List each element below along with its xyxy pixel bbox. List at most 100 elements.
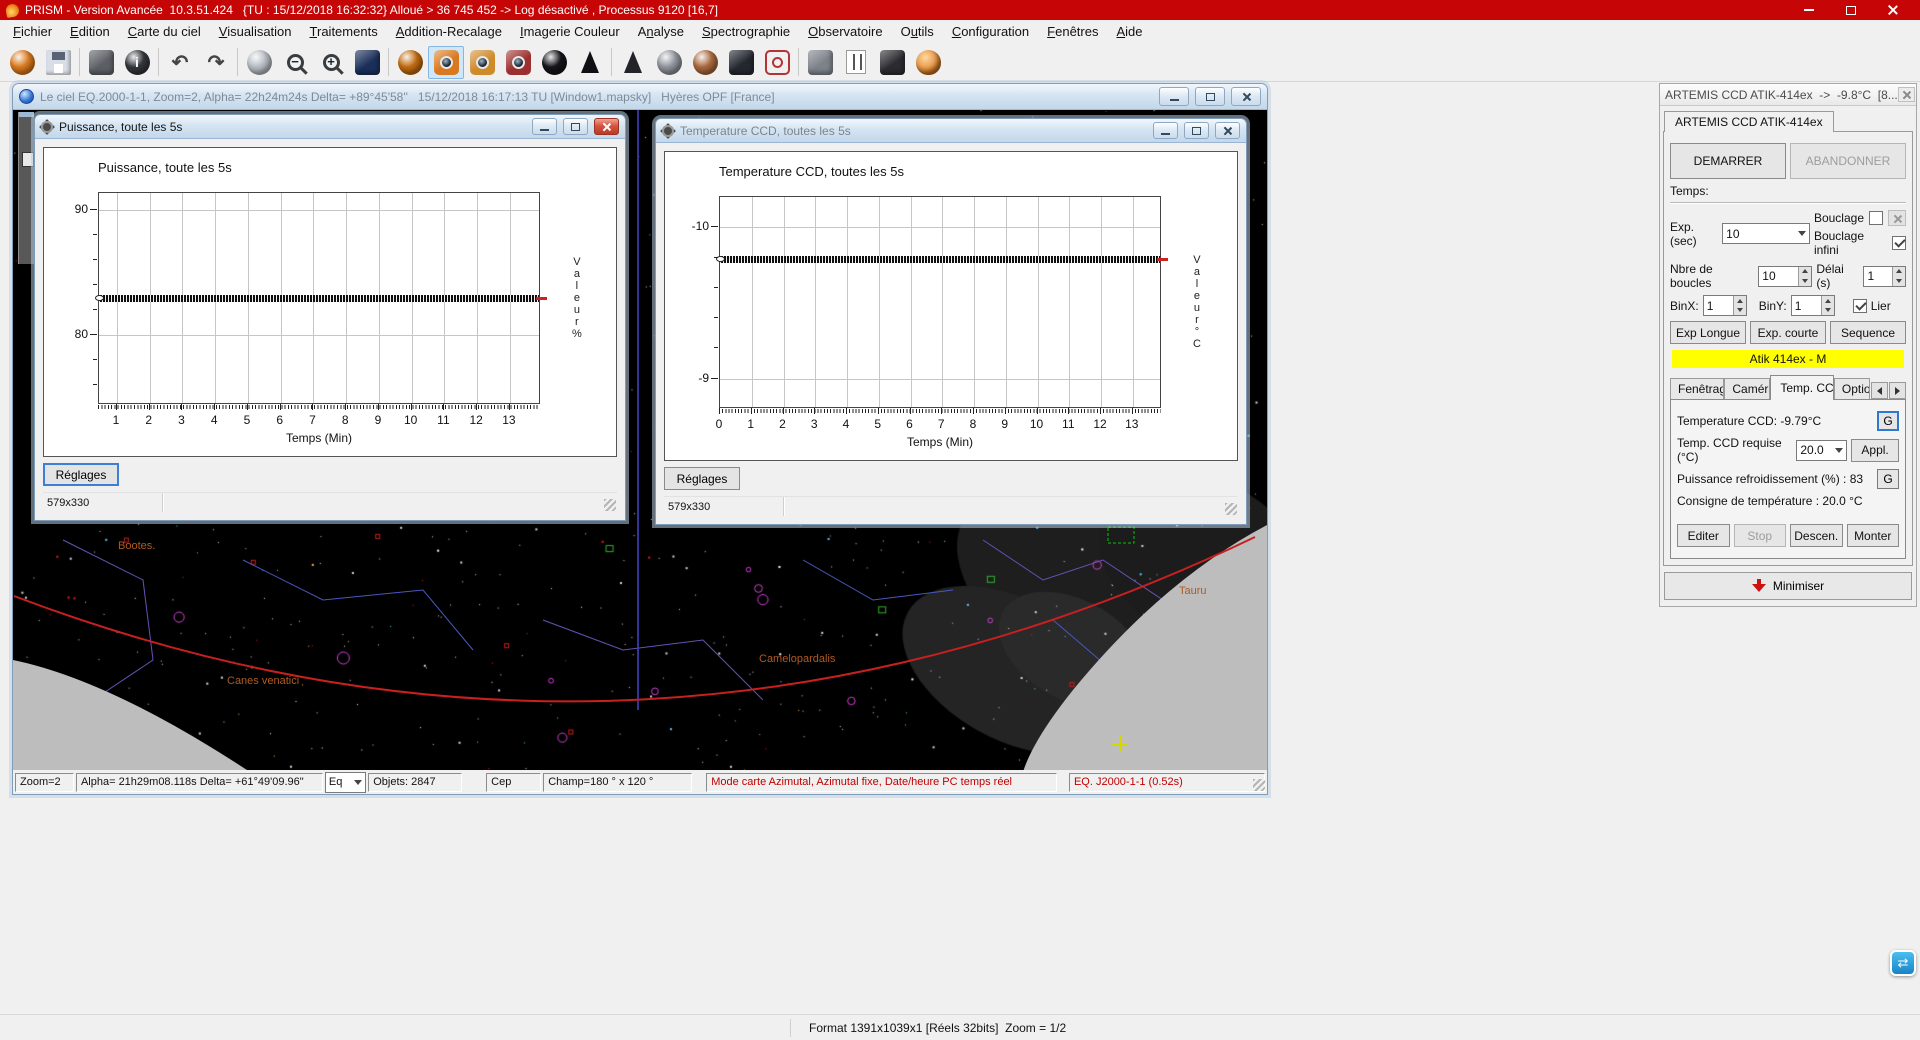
save-button[interactable] <box>40 46 76 79</box>
filter-device-button[interactable] <box>802 46 838 79</box>
menu-analyse[interactable]: Analyse <box>629 21 693 42</box>
temp-requise-combo[interactable]: 20.0 <box>1796 440 1847 461</box>
menu-aide[interactable]: Aide <box>1107 21 1151 42</box>
descendre-button[interactable]: Descen. <box>1790 524 1843 547</box>
nbre-boucles-stepper[interactable]: 10 <box>1758 266 1812 287</box>
puissance-minimize-button[interactable] <box>532 118 557 135</box>
temperature-titlebar[interactable]: Temperature CCD, toutes les 5s <box>656 119 1246 143</box>
camera-export-button[interactable] <box>83 46 119 79</box>
temperature-close-button[interactable] <box>1215 122 1240 139</box>
exposure-combo[interactable]: 10 <box>1722 223 1810 244</box>
menu-fichier[interactable]: Fichier <box>4 21 61 42</box>
sequence-button[interactable]: Sequence <box>1830 321 1906 344</box>
sky-maximize-button[interactable] <box>1195 87 1225 106</box>
delai-stepper[interactable]: 1 <box>1863 266 1906 287</box>
menu-addition-recalage[interactable]: Addition-Recalage <box>387 21 511 42</box>
tab-fen-trage[interactable]: Fenêtrage <box>1670 378 1724 399</box>
puissance-maximize-button[interactable] <box>563 118 588 135</box>
menu-edition[interactable]: Edition <box>61 21 119 42</box>
app-maximize-button[interactable] <box>1830 0 1872 20</box>
bouclage-checkbox[interactable] <box>1869 211 1883 225</box>
spin-down-icon[interactable] <box>1799 276 1811 286</box>
tab-optio[interactable]: Optio <box>1834 378 1870 399</box>
image-display-button[interactable] <box>349 46 385 79</box>
sky-close-button[interactable] <box>1231 87 1261 106</box>
camera-tab[interactable]: ARTEMIS CCD ATIK-414ex <box>1664 111 1834 132</box>
editer-button[interactable]: Editer <box>1677 524 1730 547</box>
exp-courte-button[interactable]: Exp. courte <box>1750 321 1826 344</box>
appliquer-button[interactable]: Appl. <box>1851 439 1899 462</box>
sky-status-cell: Alpha= 21h29m08.118s Delta= +61°49'09.96… <box>76 773 323 792</box>
binx-stepper[interactable]: 1 <box>1703 295 1747 316</box>
telescope-cone-button[interactable] <box>615 46 651 79</box>
dome-sphere-button[interactable] <box>651 46 687 79</box>
menu-observatoire[interactable]: Observatoire <box>799 21 891 42</box>
focuser-ball-button[interactable] <box>687 46 723 79</box>
spin-up-icon[interactable] <box>1734 296 1746 306</box>
tab-scroll-right-button[interactable] <box>1889 382 1906 399</box>
preview-sphere-button[interactable] <box>241 46 277 79</box>
zoom-out-button[interactable]: − <box>277 46 313 79</box>
panel-titlebar[interactable]: ARTEMIS CCD ATIK-414ex -> -9.8°C [8... <box>1660 84 1916 106</box>
zoom-in-button[interactable]: + <box>313 46 349 79</box>
graph-temp-button[interactable]: G <box>1877 411 1899 431</box>
spin-down-icon[interactable] <box>1893 276 1905 286</box>
monter-button[interactable]: Monter <box>1847 524 1900 547</box>
resize-grip[interactable] <box>604 499 616 511</box>
sky-resize-grip[interactable] <box>1253 779 1265 791</box>
video-camera-button[interactable] <box>500 46 536 79</box>
reglages-button[interactable]: Réglages <box>43 463 119 486</box>
user-profile-button[interactable] <box>910 46 946 79</box>
spin-down-icon[interactable] <box>1822 306 1834 316</box>
tab-temp-ccd[interactable]: Temp. CCD <box>1770 375 1834 400</box>
temperature-minimize-button[interactable] <box>1153 122 1178 139</box>
temperature-maximize-button[interactable] <box>1184 122 1209 139</box>
menu-fen-tres[interactable]: Fenêtres <box>1038 21 1107 42</box>
ccd-panel-button[interactable] <box>723 46 759 79</box>
remote-arrows-icon[interactable]: ⇄ <box>1890 950 1916 976</box>
panel-close-button[interactable] <box>1898 87 1915 102</box>
spin-up-icon[interactable] <box>1893 267 1905 277</box>
undo-button[interactable]: ↶ <box>162 46 198 79</box>
process-gear-button[interactable] <box>392 46 428 79</box>
menu-configuration[interactable]: Configuration <box>943 21 1038 42</box>
acquire-camera-button[interactable] <box>428 46 464 79</box>
slider-control-button[interactable] <box>838 46 874 79</box>
x-tick-label: 1 <box>747 417 754 431</box>
biny-stepper[interactable]: 1 <box>1791 295 1835 316</box>
joystick-button[interactable] <box>874 46 910 79</box>
info-button[interactable]: i <box>119 46 155 79</box>
menu-visualisation[interactable]: Visualisation <box>210 21 301 42</box>
reglages-button[interactable]: Réglages <box>664 467 740 490</box>
exp-longue-button[interactable]: Exp Longue <box>1670 321 1746 344</box>
minimiser-button[interactable]: Minimiser <box>1664 572 1912 600</box>
menu-outils[interactable]: Outils <box>892 21 943 42</box>
guide-camera-button[interactable] <box>759 46 795 79</box>
tab-scroll-left-button[interactable] <box>1871 382 1888 399</box>
spin-up-icon[interactable] <box>1799 267 1811 277</box>
demarrer-button[interactable]: DEMARRER <box>1670 143 1786 179</box>
open-image-button[interactable] <box>4 46 40 79</box>
color-camera-button[interactable] <box>464 46 500 79</box>
puissance-titlebar[interactable]: Puissance, toute les 5s <box>35 115 625 139</box>
menu-spectrographie[interactable]: Spectrographie <box>693 21 799 42</box>
bouclage-infini-checkbox[interactable] <box>1892 236 1906 250</box>
sky-minimize-button[interactable] <box>1159 87 1189 106</box>
app-minimize-button[interactable] <box>1788 0 1830 20</box>
puissance-close-button[interactable] <box>594 118 619 135</box>
tab-cam-ra[interactable]: Caméra <box>1724 378 1770 399</box>
menu-imagerie-couleur[interactable]: Imagerie Couleur <box>511 21 629 42</box>
lens-barrel-button[interactable] <box>536 46 572 79</box>
sky-window-titlebar[interactable]: Le ciel EQ.2000-1-1, Zoom=2, Alpha= 22h2… <box>13 84 1267 110</box>
app-close-button[interactable] <box>1872 0 1914 20</box>
menu-traitements[interactable]: Traitements <box>301 21 387 42</box>
spin-up-icon[interactable] <box>1822 296 1834 306</box>
spin-down-icon[interactable] <box>1734 306 1746 316</box>
coordinate-system-combo[interactable]: Eq <box>325 772 366 793</box>
lier-checkbox[interactable] <box>1853 299 1867 313</box>
redo-button[interactable]: ↷ <box>198 46 234 79</box>
resize-grip[interactable] <box>1225 503 1237 515</box>
observatory-button[interactable] <box>572 46 608 79</box>
menu-carte-du-ciel[interactable]: Carte du ciel <box>119 21 210 42</box>
graph-power-button[interactable]: G <box>1877 469 1899 489</box>
